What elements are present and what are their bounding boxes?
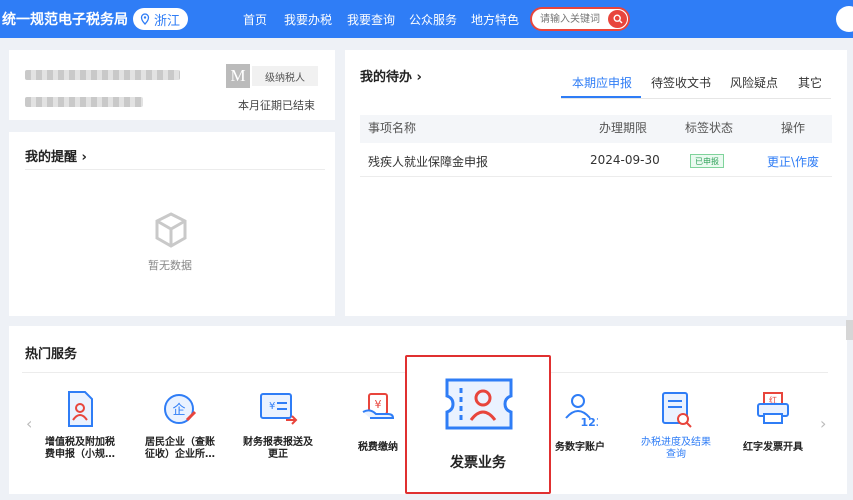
credit-rating-badge: M: [226, 64, 250, 88]
hot-services-title: 热门服务: [25, 347, 78, 362]
service-digital-account[interactable]: 123: [533, 390, 623, 428]
service-label: 增值税及附加税 费申报（小规…: [45, 437, 115, 460]
tab-current-declare[interactable]: 本期应申报: [572, 74, 632, 91]
col-deadline: 办理期限: [599, 121, 648, 135]
nav-public-service[interactable]: 公众服务: [409, 11, 457, 28]
nav-query[interactable]: 我要查询: [347, 11, 395, 28]
carousel-next-button[interactable]: ›: [820, 414, 826, 433]
row-deadline: 2024-09-30: [590, 153, 660, 167]
top-header: 统一规范电子税务局 浙江 首页 我要办税 我要查询 公众服务 地方特色: [0, 0, 853, 38]
taxpayer-id-redacted: [25, 97, 143, 107]
tab-pending-docs[interactable]: 待签收文书: [651, 74, 711, 91]
todo-title[interactable]: 我的待办 ›: [360, 66, 422, 85]
search-button[interactable]: [608, 10, 627, 28]
table-row-divider: [360, 176, 832, 177]
location-selector[interactable]: 浙江: [133, 8, 189, 30]
service-progress-query[interactable]: [631, 390, 721, 430]
credit-rating-label: 级纳税人: [252, 66, 318, 86]
search-icon: [612, 14, 622, 24]
financial-report-icon: ¥: [260, 393, 298, 425]
svg-text:¥: ¥: [375, 398, 382, 411]
reminders-title[interactable]: 我的提醒 ›: [25, 146, 87, 165]
service-label: 务数字账户: [555, 442, 605, 453]
progress-query-icon: [662, 392, 692, 428]
tab-risk-issues[interactable]: 风险疑点: [730, 74, 778, 91]
invoice-icon: [445, 378, 513, 430]
svg-text:123: 123: [581, 416, 598, 428]
service-enterprise-tax[interactable]: 企: [135, 390, 225, 428]
empty-text: 暂无数据: [148, 259, 192, 272]
service-label: 财务报表报送及 更正: [243, 437, 313, 460]
divider: [25, 169, 325, 170]
tabs-divider: [561, 98, 831, 99]
col-action: 操作: [781, 121, 806, 135]
enterprise-tax-icon: 企: [164, 394, 197, 424]
search-input[interactable]: [540, 12, 608, 27]
nav-local-feature[interactable]: 地方特色: [471, 11, 519, 28]
service-red-invoice[interactable]: 红: [728, 390, 818, 426]
service-label: 发票业务: [450, 455, 506, 471]
service-label: 办税进度及结果 查询: [641, 437, 711, 460]
carousel-prev-button[interactable]: ‹: [26, 414, 32, 433]
scrollbar-handle[interactable]: [846, 320, 853, 340]
tax-payment-icon: ¥: [362, 393, 395, 419]
svg-text:¥: ¥: [269, 401, 275, 412]
col-item-name: 事项名称: [368, 121, 417, 135]
svg-text:企: 企: [172, 402, 185, 418]
site-title[interactable]: 统一规范电子税务局: [2, 9, 128, 29]
active-tab-indicator: [561, 96, 641, 98]
service-label: 居民企业（查账 征收）企业所…: [145, 437, 215, 460]
location-label: 浙江: [154, 13, 181, 29]
taxpayer-name-redacted: [25, 70, 180, 80]
vat-report-icon: [68, 391, 93, 427]
todo-table-header: [360, 115, 832, 143]
red-invoice-icon: 红: [757, 392, 789, 424]
location-pin-icon: [140, 13, 150, 25]
nav-home[interactable]: 首页: [243, 11, 267, 28]
service-vat-report[interactable]: [35, 390, 125, 428]
search-box: [530, 7, 630, 31]
row-item-name: 残疾人就业保障金申报: [368, 155, 489, 169]
col-status: 标签状态: [685, 121, 734, 135]
user-avatar[interactable]: [836, 6, 853, 32]
correct-void-link[interactable]: 更正\作废: [767, 153, 819, 170]
nav-handle-tax[interactable]: 我要办税: [284, 11, 332, 28]
empty-box-icon: [155, 212, 187, 248]
status-badge: 已申报: [690, 154, 724, 168]
tab-others[interactable]: 其它: [798, 74, 822, 91]
service-financial-report[interactable]: ¥: [233, 390, 323, 426]
period-status: 本月征期已结束: [238, 99, 315, 112]
service-label: 红字发票开具: [743, 442, 803, 453]
digital-account-icon: 123: [565, 394, 598, 428]
